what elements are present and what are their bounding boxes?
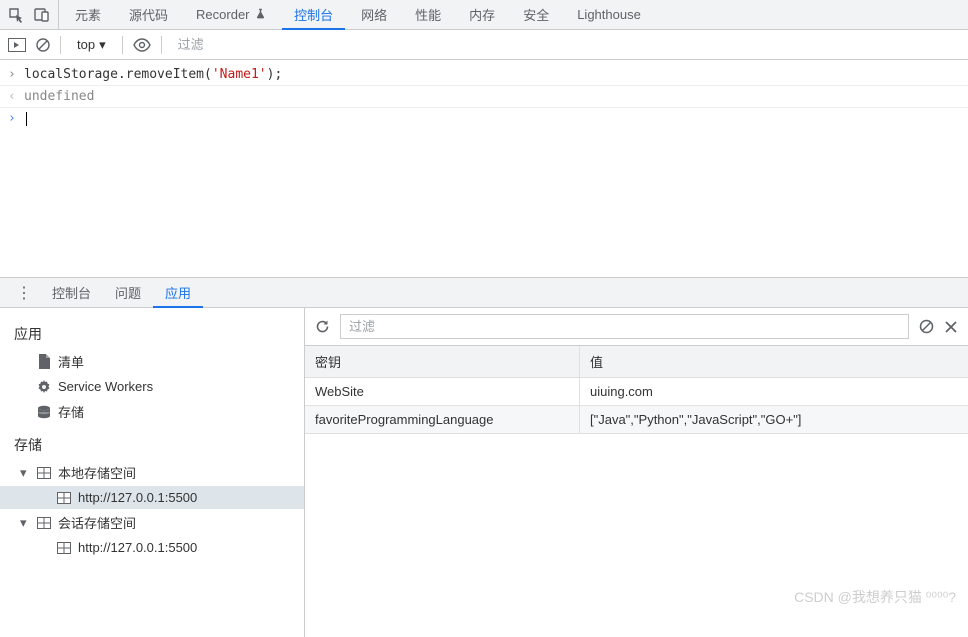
tree-label: 会话存储空间: [58, 513, 136, 532]
document-icon: [36, 354, 52, 369]
storage-table: 密钥 值 WebSite uiuing.com favoriteProgramm…: [305, 346, 968, 637]
drawer-tabs: ⋮ 控制台 问题 应用: [0, 278, 968, 308]
output-text: undefined: [24, 89, 94, 104]
inspect-icon[interactable]: [8, 7, 24, 23]
table-icon: [36, 517, 52, 529]
input-arrow-icon: ›: [8, 67, 24, 82]
table-header-row: 密钥 值: [305, 346, 968, 378]
storage-view: 密钥 值 WebSite uiuing.com favoriteProgramm…: [305, 308, 968, 637]
console-output-line: ‹ undefined: [0, 86, 968, 108]
device-toolbar-icon[interactable]: [34, 7, 50, 23]
tab-lighthouse[interactable]: Lighthouse: [565, 1, 653, 28]
divider: [122, 36, 123, 54]
cell-value: uiuing.com: [580, 378, 968, 405]
prompt-arrow-icon: ›: [8, 111, 24, 126]
divider: [60, 36, 61, 54]
drawer-menu-icon[interactable]: ⋮: [8, 283, 40, 303]
tab-performance[interactable]: 性能: [403, 0, 453, 30]
delete-selected-icon[interactable]: [944, 320, 958, 334]
storage-filter-input[interactable]: [340, 314, 909, 339]
console-filter-input[interactable]: [172, 34, 360, 55]
flask-icon: [255, 8, 266, 19]
code-text: localStorage.removeItem('Name1');: [24, 67, 282, 82]
console-prompt-line[interactable]: ›: [0, 108, 968, 129]
live-expression-icon[interactable]: [133, 38, 151, 52]
sidebar-item-service-workers[interactable]: Service Workers: [0, 375, 304, 398]
sidebar-item-label: Service Workers: [58, 379, 153, 394]
cell-key: favoriteProgrammingLanguage: [305, 406, 580, 433]
application-sidebar: 应用 清单 Service Workers 存储 存储: [0, 308, 305, 637]
tab-elements[interactable]: 元素: [63, 0, 113, 30]
tree-session-storage[interactable]: ▾ 会话存储空间: [0, 509, 304, 536]
clear-console-icon[interactable]: [36, 38, 50, 52]
caret-down-icon: ▾: [20, 465, 30, 481]
context-selector[interactable]: top ▾: [71, 35, 112, 55]
tab-console[interactable]: 控制台: [282, 0, 345, 30]
cell-value: ["Java","Python","JavaScript","GO+"]: [580, 406, 968, 433]
sidebar-item-label: 清单: [58, 352, 84, 371]
drawer-body: 应用 清单 Service Workers 存储 存储: [0, 308, 968, 637]
clear-all-icon[interactable]: [919, 319, 934, 334]
tab-network[interactable]: 网络: [349, 0, 399, 30]
tab-recorder[interactable]: Recorder: [184, 1, 278, 28]
sidebar-item-storage[interactable]: 存储: [0, 398, 304, 425]
context-label: top: [77, 37, 95, 52]
drawer-tab-application[interactable]: 应用: [153, 277, 203, 308]
tree-local-storage-origin[interactable]: http://127.0.0.1:5500: [0, 486, 304, 509]
table-row[interactable]: favoriteProgrammingLanguage ["Java","Pyt…: [305, 406, 968, 434]
splitter-gap[interactable]: [0, 133, 968, 277]
cursor: [26, 112, 27, 126]
storage-toolbar: [305, 308, 968, 346]
gear-icon: [36, 380, 52, 394]
table-icon: [56, 492, 72, 504]
tab-recorder-label: Recorder: [196, 7, 249, 22]
drawer: ⋮ 控制台 问题 应用 应用 清单 Service Workers: [0, 277, 968, 637]
devtools-top-tabs: 元素 源代码 Recorder 控制台 网络 性能 内存 安全 Lighthou…: [0, 0, 968, 30]
tree-label: http://127.0.0.1:5500: [78, 490, 197, 505]
section-storage: 存储: [0, 425, 304, 459]
database-icon: [36, 405, 52, 419]
tree-local-storage[interactable]: ▾ 本地存储空间: [0, 459, 304, 486]
tree-session-storage-origin[interactable]: http://127.0.0.1:5500: [0, 536, 304, 559]
divider: [161, 36, 162, 54]
console-toolbar: top ▾: [0, 30, 968, 60]
refresh-icon[interactable]: [315, 319, 330, 334]
console-body: › localStorage.removeItem('Name1'); ‹ un…: [0, 60, 968, 133]
top-icon-group: [8, 0, 59, 29]
caret-down-icon: ▾: [20, 515, 30, 531]
tab-sources[interactable]: 源代码: [117, 0, 180, 30]
output-arrow-icon: ‹: [8, 89, 24, 104]
chevron-down-icon: ▾: [99, 37, 106, 53]
table-icon: [36, 467, 52, 479]
toggle-sidebar-icon[interactable]: [8, 38, 26, 52]
drawer-tab-console[interactable]: 控制台: [40, 277, 103, 308]
tab-security[interactable]: 安全: [511, 0, 561, 30]
tree-label: http://127.0.0.1:5500: [78, 540, 197, 555]
tree-label: 本地存储空间: [58, 463, 136, 482]
sidebar-item-label: 存储: [58, 402, 84, 421]
table-row[interactable]: WebSite uiuing.com: [305, 378, 968, 406]
section-application: 应用: [0, 314, 304, 348]
sidebar-item-manifest[interactable]: 清单: [0, 348, 304, 375]
drawer-tab-issues[interactable]: 问题: [103, 277, 153, 308]
cell-key: WebSite: [305, 378, 580, 405]
header-key[interactable]: 密钥: [305, 346, 580, 377]
console-input-line: › localStorage.removeItem('Name1');: [0, 64, 968, 86]
tab-memory[interactable]: 内存: [457, 0, 507, 30]
header-value[interactable]: 值: [580, 346, 968, 377]
table-icon: [56, 542, 72, 554]
